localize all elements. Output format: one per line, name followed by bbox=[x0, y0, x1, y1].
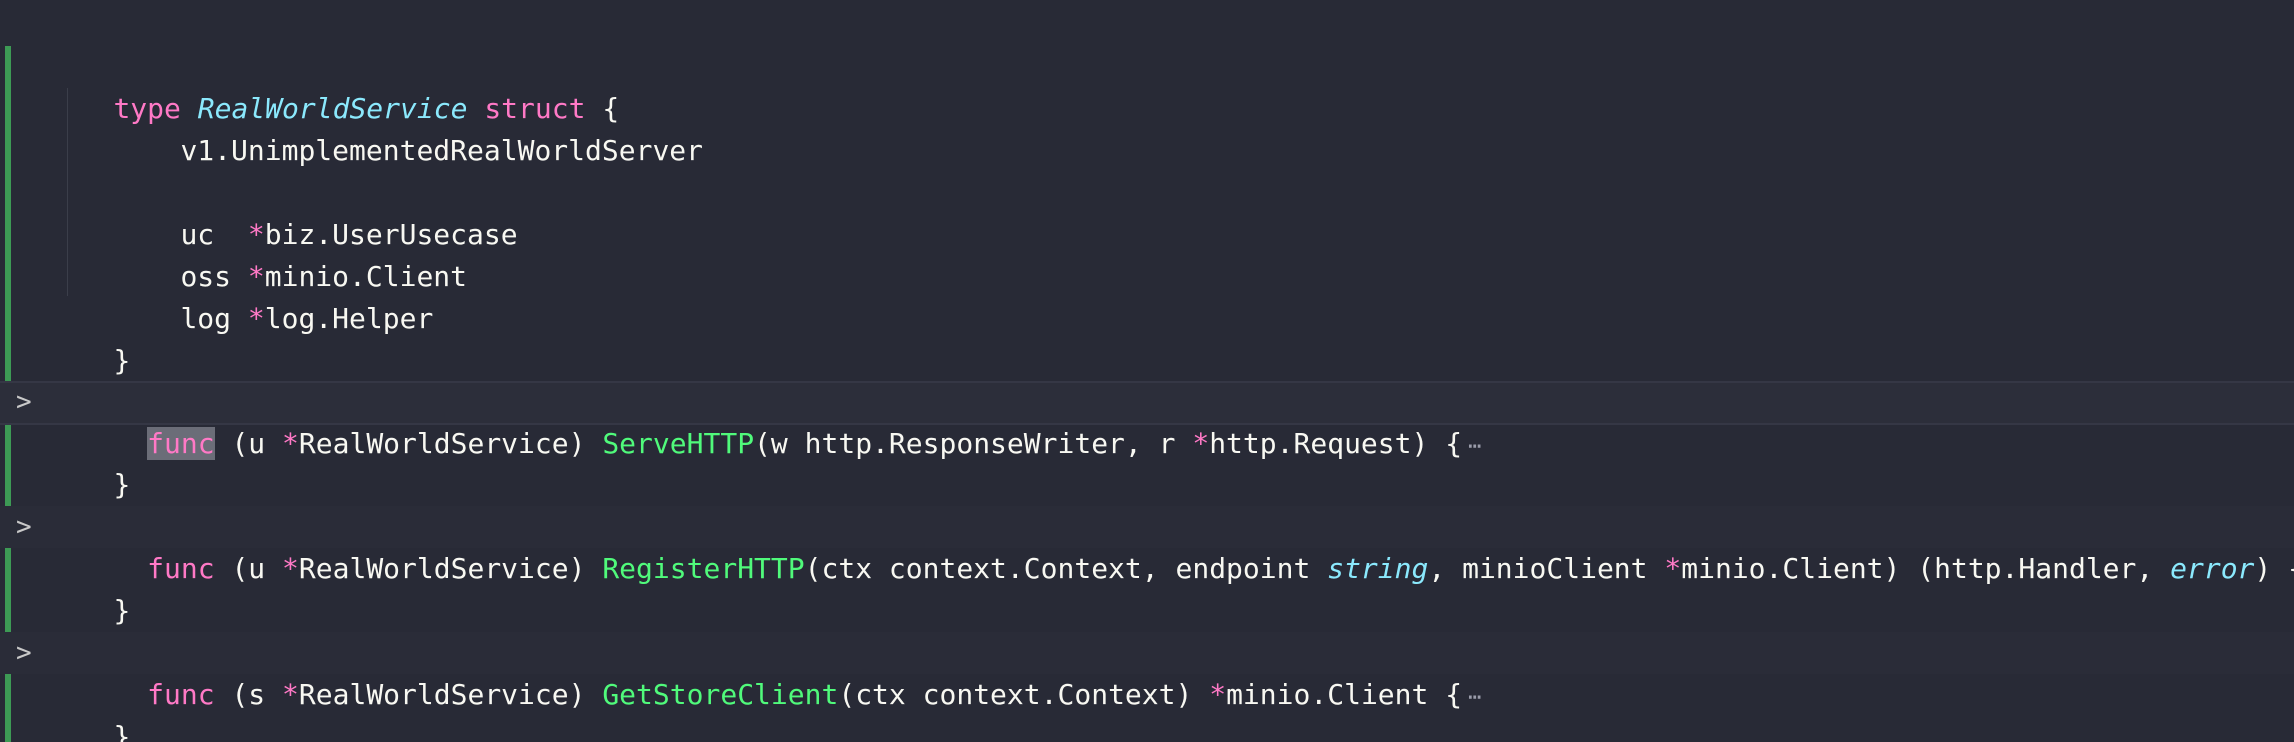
code-editor[interactable]: type RealWorldService struct { v1.Unimpl… bbox=[0, 0, 2294, 742]
params-end: http.Request) { bbox=[1209, 427, 1463, 460]
function-name: GetStoreClient bbox=[602, 678, 839, 711]
code-line-field-uc[interactable]: uc *biz.UserUsecase bbox=[113, 172, 517, 251]
code-line-struct-decl[interactable]: type RealWorldService struct { bbox=[46, 46, 619, 125]
params-end: minio.Client { bbox=[1226, 678, 1463, 711]
close-brace: } bbox=[113, 344, 131, 377]
code-line-field-oss[interactable]: oss *minio.Client bbox=[113, 214, 467, 293]
params: (w http.ResponseWriter, r bbox=[754, 427, 1193, 460]
receiver-type: RealWorldService) bbox=[298, 678, 603, 711]
pointer-star: * bbox=[1209, 678, 1227, 711]
fold-arrow-icon[interactable]: > bbox=[16, 381, 32, 423]
code-line-func-getstoreclient[interactable]: > func (s *RealWorldService) GetStoreCli… bbox=[0, 632, 2294, 711]
params: (ctx context.Context, endpoint bbox=[804, 552, 1328, 585]
close-brace: } bbox=[113, 720, 131, 742]
pointer-star: * bbox=[282, 552, 299, 585]
field-name: log bbox=[180, 302, 232, 335]
close-brace: } bbox=[113, 468, 131, 501]
params: minio.Client) (http.Handler, bbox=[1681, 552, 2171, 585]
code-line-func-registerhttp[interactable]: > func (u *RealWorldService) RegisterHTT… bbox=[0, 506, 2294, 585]
code-line-field-log[interactable]: log *log.Helper bbox=[113, 256, 433, 335]
embedded-type: v1.UnimplementedRealWorldServer bbox=[180, 134, 704, 167]
keyword-func: func bbox=[147, 678, 215, 711]
receiver-type: RealWorldService) bbox=[298, 552, 603, 585]
code-line-func-close[interactable]: } bbox=[46, 674, 130, 742]
keyword-func: func bbox=[147, 552, 215, 585]
code-line-func-servehttp[interactable]: > func (u *RealWorldService) ServeHTTP(w… bbox=[0, 381, 2294, 460]
receiver-type: RealWorldService) bbox=[298, 427, 603, 460]
code-line-embedded[interactable]: v1.UnimplementedRealWorldServer bbox=[113, 88, 703, 167]
fold-ellipsis-icon[interactable]: ⋯ bbox=[1468, 434, 1481, 459]
code-line-struct-close[interactable]: } bbox=[46, 298, 130, 377]
close-brace: } bbox=[113, 594, 131, 627]
params-end: ) { bbox=[2254, 552, 2294, 585]
pointer-star: * bbox=[282, 427, 299, 460]
code-line-func-close[interactable]: } bbox=[46, 422, 130, 501]
builtin-type-string: string bbox=[1327, 552, 1429, 585]
function-name: ServeHTTP bbox=[602, 427, 755, 460]
function-name: RegisterHTTP bbox=[602, 552, 805, 585]
pointer-star: * bbox=[1192, 427, 1210, 460]
builtin-type-error: error bbox=[2170, 552, 2255, 585]
pointer-star: * bbox=[247, 302, 265, 335]
receiver-open: (u bbox=[214, 427, 283, 460]
params: , minioClient bbox=[1428, 552, 1665, 585]
fold-arrow-icon[interactable]: > bbox=[16, 506, 32, 548]
keyword-func: func bbox=[147, 427, 215, 460]
fold-ellipsis-icon[interactable]: ⋯ bbox=[1468, 685, 1481, 710]
code-line-func-close[interactable]: } bbox=[46, 548, 130, 627]
params: (ctx context.Context) bbox=[838, 678, 1210, 711]
receiver-open: (u bbox=[214, 552, 283, 585]
receiver-open: (s bbox=[214, 678, 283, 711]
pointer-star: * bbox=[1664, 552, 1682, 585]
pointer-star: * bbox=[282, 678, 299, 711]
fold-arrow-icon[interactable]: > bbox=[16, 632, 32, 674]
field-type: log.Helper bbox=[264, 302, 434, 335]
